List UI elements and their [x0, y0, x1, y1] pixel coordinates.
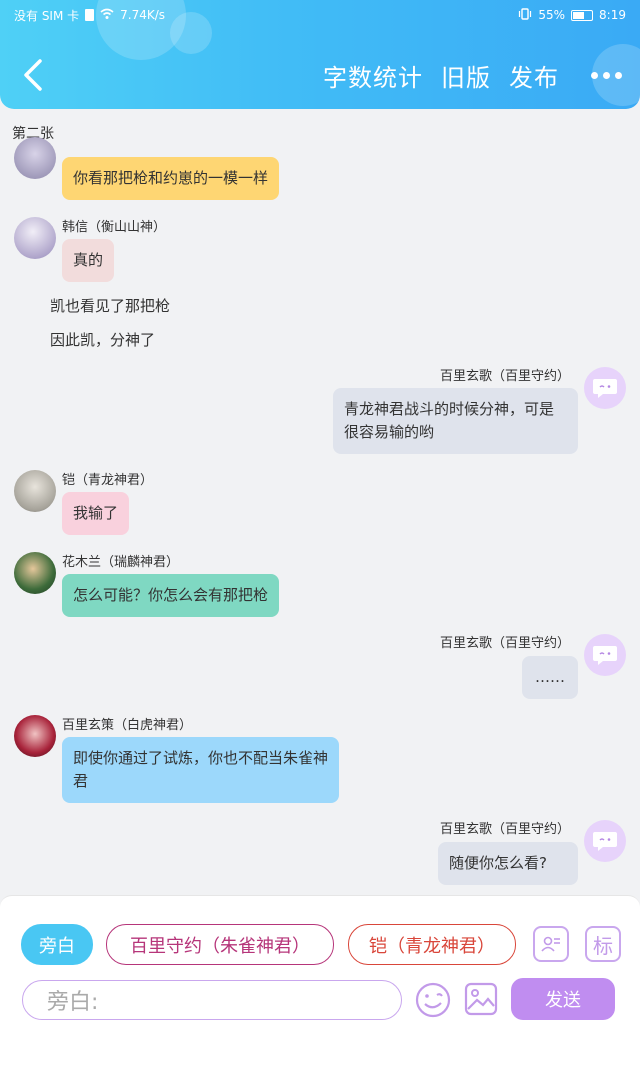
sender-name: 百里玄歌（百里守约）: [439, 822, 570, 837]
sender-name: 铠（青龙神君）: [62, 473, 154, 488]
role-chip-kai[interactable]: 铠（青龙神君）: [348, 924, 516, 965]
message-bubble[interactable]: 即使你通过了试炼，你也不配当朱雀神君: [62, 737, 339, 803]
message-input[interactable]: 旁白:: [22, 980, 402, 1020]
chat-area[interactable]: 第二张 你看那把枪和约崽的一模一样 韩信（衡山山神） 真的 凯也看见了那把枪 因…: [0, 109, 640, 895]
input-panel: 旁白 百里守约（朱雀神君） 铠（青龙神君） 标 旁白: 发送: [0, 895, 640, 1067]
message-bubble[interactable]: 你看那把枪和约崽的一模一样: [62, 157, 280, 200]
battery-percent: 55%: [538, 8, 566, 22]
send-button[interactable]: 发送: [511, 978, 615, 1020]
old-version-button[interactable]: 旧版: [441, 58, 491, 93]
avatar[interactable]: [584, 367, 626, 409]
sim-alert-icon: [85, 9, 95, 21]
message-bubble[interactable]: 怎么可能？你怎么会有那把枪: [62, 574, 280, 617]
clock: 8:19: [599, 8, 626, 22]
sender-name: 百里玄歌（百里守约）: [439, 636, 570, 651]
message-bubble[interactable]: 我输了: [62, 492, 130, 535]
sender-name: 韩信（衡山山神）: [62, 220, 167, 235]
contact-card-icon: [541, 936, 560, 952]
image-icon: [464, 982, 498, 1016]
sender-name: 百里玄策（白虎神君）: [62, 718, 193, 733]
message-bubble[interactable]: 随便你怎么看?: [438, 842, 578, 885]
avatar[interactable]: [584, 820, 626, 862]
message-bubble[interactable]: ……: [522, 656, 578, 699]
app-header: 没有 SIM 卡 7.74K/s 55% 8:19 字数统计 旧版 发布: [0, 0, 640, 109]
battery-icon: [571, 9, 594, 21]
avatar[interactable]: [14, 715, 56, 757]
role-chip-baili-shouyue[interactable]: 百里守约（朱雀神君）: [106, 924, 334, 965]
role-chip-narration[interactable]: 旁白: [21, 924, 93, 965]
image-button[interactable]: [463, 981, 499, 1017]
status-bar: 没有 SIM 卡 7.74K/s 55% 8:19: [14, 6, 626, 24]
chat-bubble-icon: [593, 379, 617, 398]
narration-text: 凯也看见了那把枪: [50, 297, 171, 315]
message-bubble[interactable]: 青龙神君战斗的时候分神，可是很容易输的哟: [333, 388, 578, 454]
sender-name: 百里玄歌（百里守约）: [439, 369, 570, 384]
avatar[interactable]: [14, 470, 56, 512]
back-button[interactable]: [18, 55, 50, 95]
more-dots-icon[interactable]: [591, 72, 622, 79]
sender-name: 花木兰（瑞麟神君）: [62, 555, 180, 570]
network-speed: 7.74K/s: [120, 8, 166, 22]
message-bubble[interactable]: 真的: [62, 239, 115, 282]
wifi-icon: [100, 8, 114, 23]
chevron-left-icon: [24, 59, 42, 91]
tag-button[interactable]: 标: [585, 926, 621, 962]
vibrate-icon: [518, 7, 532, 23]
emoji-button[interactable]: [414, 981, 452, 1019]
narration-text: 因此凯，分神了: [50, 331, 156, 349]
word-count-button[interactable]: 字数统计: [323, 58, 423, 93]
carrier-text: 没有 SIM 卡: [14, 8, 80, 23]
chat-bubble-icon: [593, 646, 617, 665]
chat-bubble-icon: [593, 832, 617, 851]
contacts-button[interactable]: [533, 926, 569, 962]
avatar[interactable]: [14, 552, 56, 594]
avatar[interactable]: [14, 217, 56, 259]
avatar[interactable]: [584, 634, 626, 676]
publish-button[interactable]: 发布: [509, 58, 559, 93]
emoji-icon: [415, 982, 451, 1018]
avatar[interactable]: [14, 137, 56, 179]
